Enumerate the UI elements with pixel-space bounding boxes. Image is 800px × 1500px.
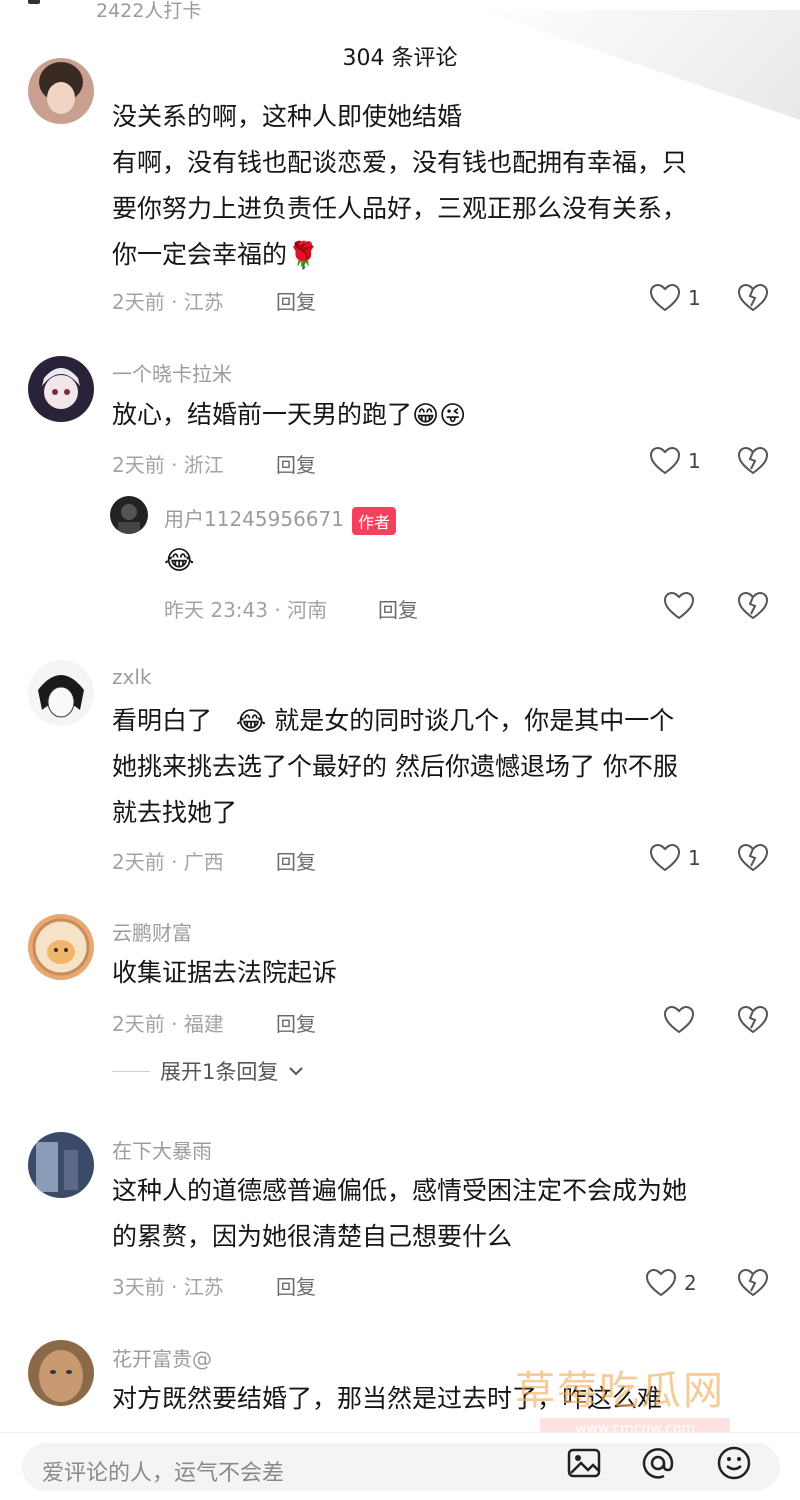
username[interactable]: 云鹏财富 xyxy=(112,917,192,946)
dislike-button[interactable] xyxy=(737,283,769,316)
comment-line: 有啊，没有钱也配谈恋爱，没有钱也配拥有幸福，只 xyxy=(112,148,688,177)
comment-count-title: 304 条评论 xyxy=(342,46,458,71)
reply-button[interactable]: 回复 xyxy=(276,286,316,315)
reply-button[interactable]: 回复 xyxy=(276,846,316,875)
dislike-button[interactable] xyxy=(737,1268,769,1301)
comment-meta: 2天前 · 广西 xyxy=(112,850,224,874)
author-badge: 作者 xyxy=(351,506,396,535)
emoji-icon[interactable] xyxy=(716,1445,752,1481)
username[interactable]: zxlk xyxy=(112,665,151,689)
reply-button[interactable]: 回复 xyxy=(276,449,316,478)
heart-icon xyxy=(650,284,680,312)
comment-meta: 2天前 · 浙江 xyxy=(112,453,224,477)
laugh-cry-emoji: 😂 xyxy=(235,707,267,737)
heart-icon xyxy=(664,592,694,620)
avatar[interactable] xyxy=(28,660,94,726)
divider xyxy=(112,1070,150,1072)
like-button[interactable]: 1 xyxy=(650,447,701,475)
dislike-heart-icon xyxy=(737,1268,769,1297)
comment-meta: 3天前 · 江苏 xyxy=(112,1275,224,1299)
dislike-heart-icon xyxy=(737,843,769,872)
comment-text: 放心，结婚前一天男的跑了😁😜 xyxy=(112,400,467,431)
like-count: 1 xyxy=(688,846,701,870)
like-button[interactable]: 1 xyxy=(650,284,701,312)
like-count: 1 xyxy=(688,449,701,473)
username[interactable]: 花开富贵@ xyxy=(112,1343,212,1372)
comment-line: 这种人的道德感普遍偏低，感情受困注定不会成为她 xyxy=(112,1176,688,1205)
like-button[interactable] xyxy=(664,1006,694,1034)
dislike-heart-icon xyxy=(737,283,769,312)
heart-icon xyxy=(650,844,680,872)
avatar[interactable] xyxy=(28,356,94,422)
avatar[interactable] xyxy=(110,496,148,534)
avatar[interactable] xyxy=(28,1132,94,1198)
comment-meta: 昨天 23:43 · 河南 xyxy=(164,598,328,622)
heart-icon xyxy=(650,447,680,475)
dislike-button[interactable] xyxy=(737,591,769,624)
comment-text: 看明白了 😂 就是女的同时谈几个，你是其中一个 她挑来挑去选了个最好的 然后你遗… xyxy=(112,698,772,836)
heart-icon xyxy=(664,1006,694,1034)
username[interactable]: 一个晓卡拉米 xyxy=(112,358,232,387)
dislike-button[interactable] xyxy=(737,1005,769,1038)
dislike-heart-icon xyxy=(737,1005,769,1034)
comment-text: 😂 xyxy=(164,537,800,583)
comment-text: 没关系的啊，这种人即使她结婚 有啊，没有钱也配谈恋爱，没有钱也配拥有幸福，只 要… xyxy=(112,94,772,278)
at-icon[interactable] xyxy=(640,1445,676,1481)
checkin-count: 2422人打卡 xyxy=(96,0,202,22)
comment-input-bar: 爱评论的人，运气不会差 xyxy=(0,1432,800,1500)
username[interactable]: 在下大暴雨 xyxy=(112,1135,212,1164)
comment-text: 这种人的道德感普遍偏低，感情受困注定不会成为她 的累赘，因为她很清楚自己想要什么 xyxy=(112,1168,772,1260)
comment-line: 看明白了 😂 就是女的同时谈几个，你是其中一个 xyxy=(112,706,675,737)
comment-meta: 2天前 · 福建 xyxy=(112,1012,224,1036)
watermark: 草莓吃瓜网 xyxy=(515,1368,725,1414)
comment-line: 的累赘，因为她很清楚自己想要什么 xyxy=(112,1222,513,1251)
image-icon[interactable] xyxy=(566,1445,602,1481)
rose-emoji: 🌹 xyxy=(287,241,320,271)
comment-input-placeholder: 爱评论的人，运气不会差 xyxy=(42,1461,285,1486)
like-button[interactable] xyxy=(664,592,694,620)
like-button[interactable]: 1 xyxy=(650,844,701,872)
expand-replies-button[interactable]: 展开1条回复 xyxy=(112,1056,304,1086)
comment-line: 你一定会幸福的🌹 xyxy=(112,240,320,271)
like-count: 2 xyxy=(684,1271,697,1295)
dislike-button[interactable] xyxy=(737,446,769,479)
avatar[interactable] xyxy=(28,914,94,980)
avatar[interactable] xyxy=(28,58,94,124)
like-button[interactable]: 2 xyxy=(646,1269,697,1297)
comment-meta: 2天前 · 江苏 xyxy=(112,290,224,314)
laugh-cry-emoji: 😂 xyxy=(164,546,195,576)
comment-line: 她挑来挑去选了个最好的 然后你遗憾退场了 你不服 xyxy=(112,752,678,781)
username[interactable]: 用户11245956671 作者 xyxy=(164,503,396,535)
checkin-icon xyxy=(28,0,40,4)
heart-icon xyxy=(646,1269,676,1297)
reply-button[interactable]: 回复 xyxy=(378,594,418,623)
reply-button[interactable]: 回复 xyxy=(276,1271,316,1300)
like-count: 1 xyxy=(688,286,701,310)
comment-line: 要你努力上进负责任人品好，三观正那么没有关系， xyxy=(112,194,688,223)
dislike-heart-icon xyxy=(737,591,769,620)
dislike-heart-icon xyxy=(737,446,769,475)
avatar[interactable] xyxy=(28,1340,94,1406)
comment-line: 没关系的啊，这种人即使她结婚 xyxy=(112,102,463,131)
reply-button[interactable]: 回复 xyxy=(276,1008,316,1037)
grin-wink-emoji: 😁😜 xyxy=(412,401,467,431)
dislike-button[interactable] xyxy=(737,843,769,876)
comment-text: 收集证据去法院起诉 xyxy=(112,958,338,987)
comment-line: 就去找她了 xyxy=(112,798,238,827)
chevron-down-icon xyxy=(289,1067,304,1076)
